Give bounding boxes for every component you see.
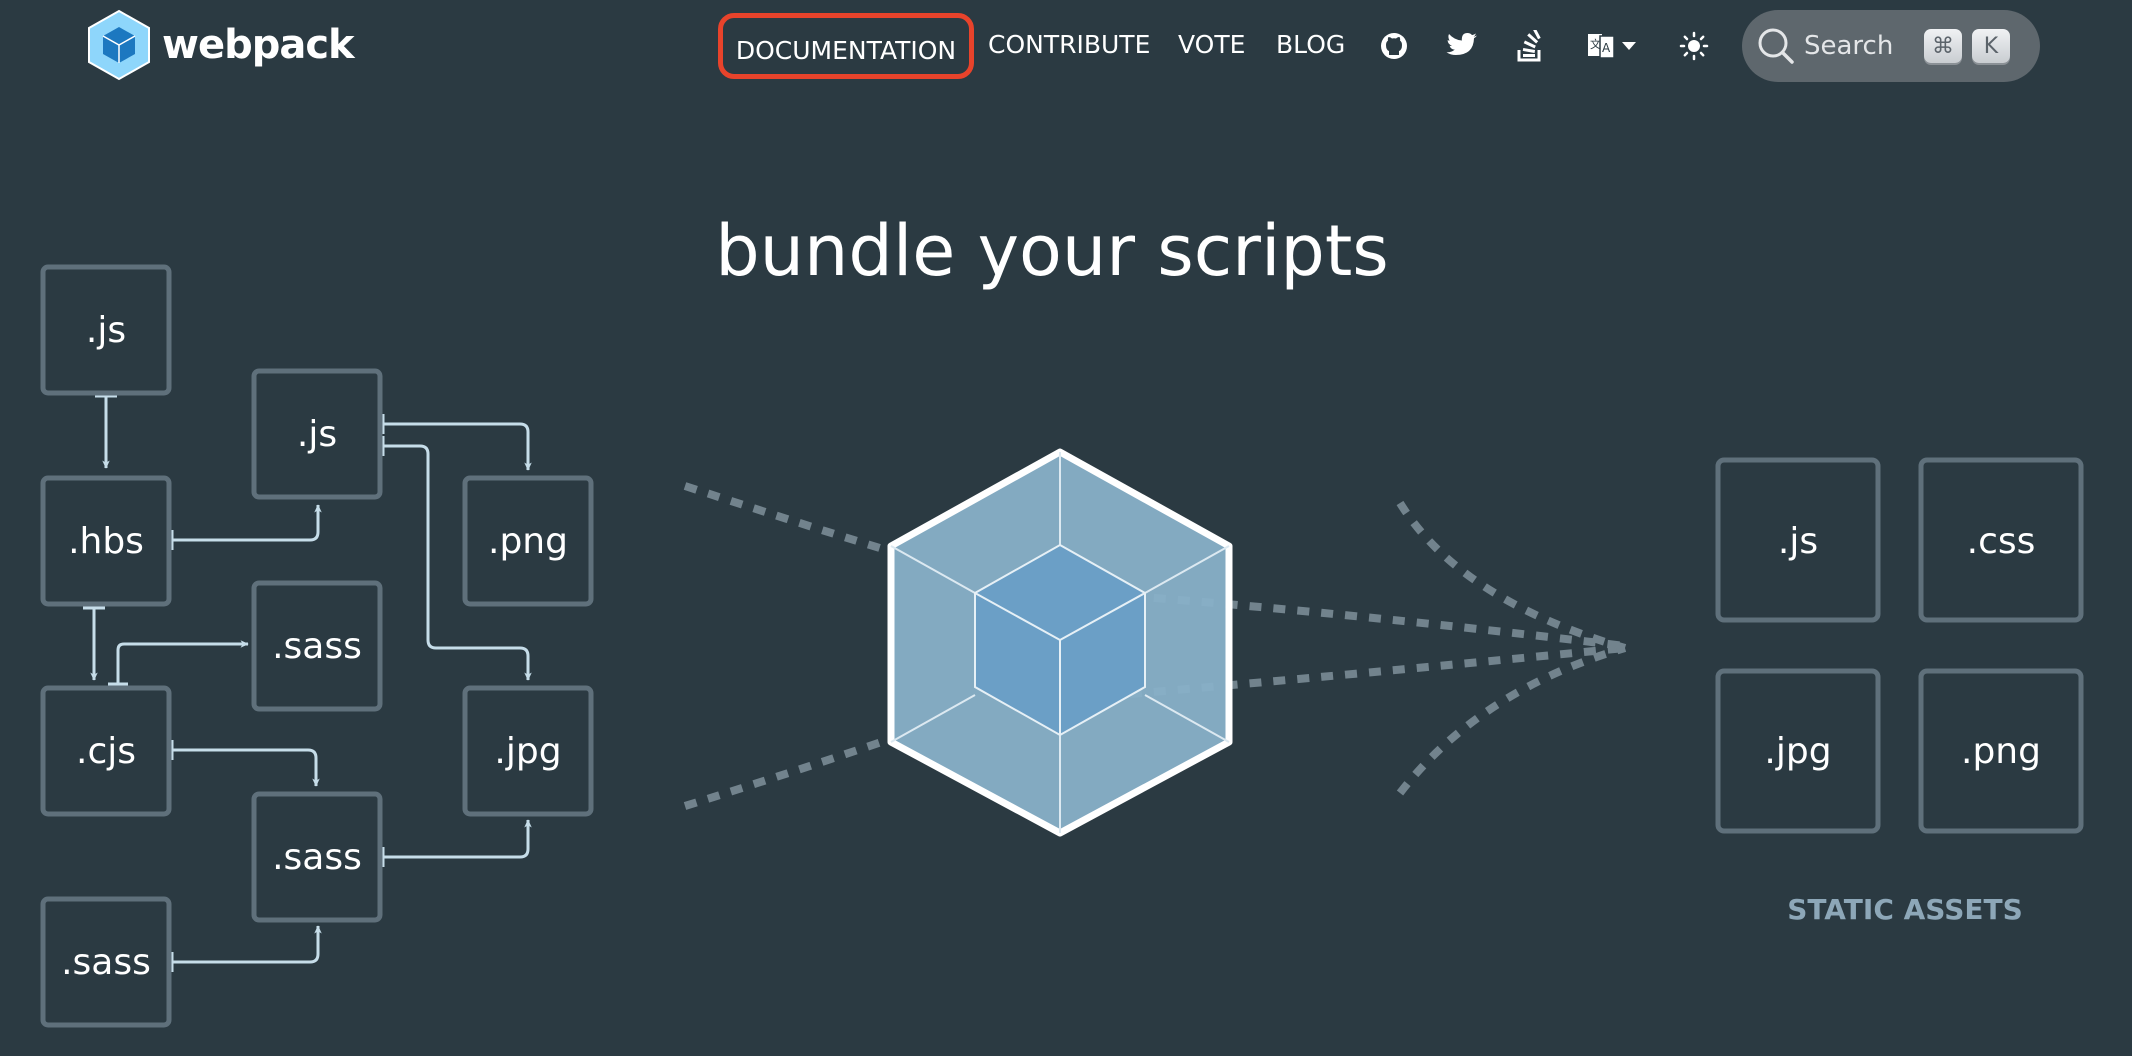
source-file-js-1: .js xyxy=(86,310,126,351)
source-file-sass-2: .sass xyxy=(272,837,362,878)
output-file-js: .js xyxy=(1778,521,1818,562)
source-file-js-2: .js xyxy=(297,414,337,455)
source-file-sass-3: .sass xyxy=(61,942,151,983)
output-file-css: .css xyxy=(1967,521,2036,562)
webpack-cube-graphic xyxy=(887,448,1233,837)
output-file-boxes xyxy=(1715,457,2084,834)
source-file-jpg: .jpg xyxy=(494,731,561,772)
page: webpack DOCUMENTATION CONTRIBUTE VOTE BL… xyxy=(0,0,2132,1056)
output-file-png: .png xyxy=(1961,731,2041,772)
output-file-jpg: .jpg xyxy=(1764,731,1831,772)
source-file-sass-1: .sass xyxy=(272,626,362,667)
static-assets-caption: STATIC ASSETS xyxy=(1787,893,2023,926)
dependency-arrows xyxy=(83,394,532,972)
output-file-labels: .js .css .jpg .png xyxy=(1764,521,2041,772)
source-file-png: .png xyxy=(488,521,568,562)
source-file-hbs: .hbs xyxy=(68,521,144,562)
source-file-cjs: .cjs xyxy=(76,731,136,772)
